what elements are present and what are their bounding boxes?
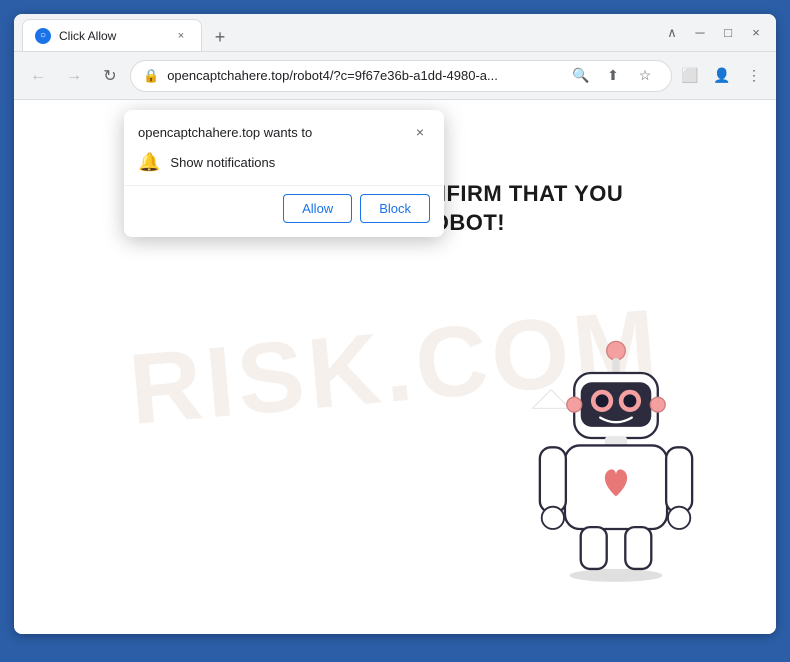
back-button[interactable]: ← — [22, 60, 54, 92]
restore-button[interactable]: □ — [716, 21, 740, 45]
minimize-button[interactable]: ─ — [688, 21, 712, 45]
browser-content: RISK.COM opencaptchahere.top wants to × … — [14, 100, 776, 634]
bookmark-icon[interactable]: ☆ — [631, 62, 659, 90]
active-tab[interactable]: ○ Click Allow × — [22, 19, 202, 51]
menu-icon[interactable]: ⋮ — [740, 62, 768, 90]
block-button[interactable]: Block — [360, 194, 430, 223]
popup-close-button[interactable]: × — [410, 122, 430, 142]
search-icon[interactable]: 🔍 — [567, 62, 595, 90]
lock-icon: 🔒 — [143, 68, 159, 84]
url-action-buttons: 🔍 ⬆ ☆ — [567, 62, 659, 90]
popup-site-text: opencaptchahere.top wants to — [138, 125, 312, 140]
url-bar[interactable]: 🔒 opencaptchahere.top/robot4/?c=9f67e36b… — [130, 60, 672, 92]
share-icon[interactable]: ⬆ — [599, 62, 627, 90]
chevron-up-icon: ∧ — [660, 21, 684, 45]
popup-action-buttons: Allow Block — [124, 185, 444, 237]
window-controls: ∧ ─ □ × — [660, 21, 768, 45]
tab-title: Click Allow — [59, 29, 165, 43]
title-bar: ○ Click Allow × + ∧ ─ □ × — [14, 14, 776, 52]
popup-header: opencaptchahere.top wants to × — [124, 110, 444, 148]
tab-favicon: ○ — [35, 28, 51, 44]
browser-window: ○ Click Allow × + ∧ ─ □ × ← → ↻ 🔒 openca… — [14, 14, 776, 634]
url-text: opencaptchahere.top/robot4/?c=9f67e36b-a… — [167, 68, 559, 83]
tab-close-button[interactable]: × — [173, 28, 189, 44]
popup-notification-text: Show notifications — [170, 155, 275, 170]
forward-button[interactable]: → — [58, 60, 90, 92]
allow-button[interactable]: Allow — [283, 194, 352, 223]
refresh-button[interactable]: ↻ — [94, 60, 126, 92]
popup-notification-row: 🔔 Show notifications — [124, 148, 444, 185]
bell-icon: 🔔 — [138, 152, 160, 173]
address-bar: ← → ↻ 🔒 opencaptchahere.top/robot4/?c=9f… — [14, 52, 776, 100]
new-tab-button[interactable]: + — [206, 23, 234, 51]
tab-area: ○ Click Allow × + — [22, 14, 660, 51]
extensions-icon[interactable]: ⬜ — [676, 62, 704, 90]
profile-icon[interactable]: 👤 — [708, 62, 736, 90]
notification-popup: opencaptchahere.top wants to × 🔔 Show no… — [124, 110, 444, 237]
close-window-button[interactable]: × — [744, 21, 768, 45]
